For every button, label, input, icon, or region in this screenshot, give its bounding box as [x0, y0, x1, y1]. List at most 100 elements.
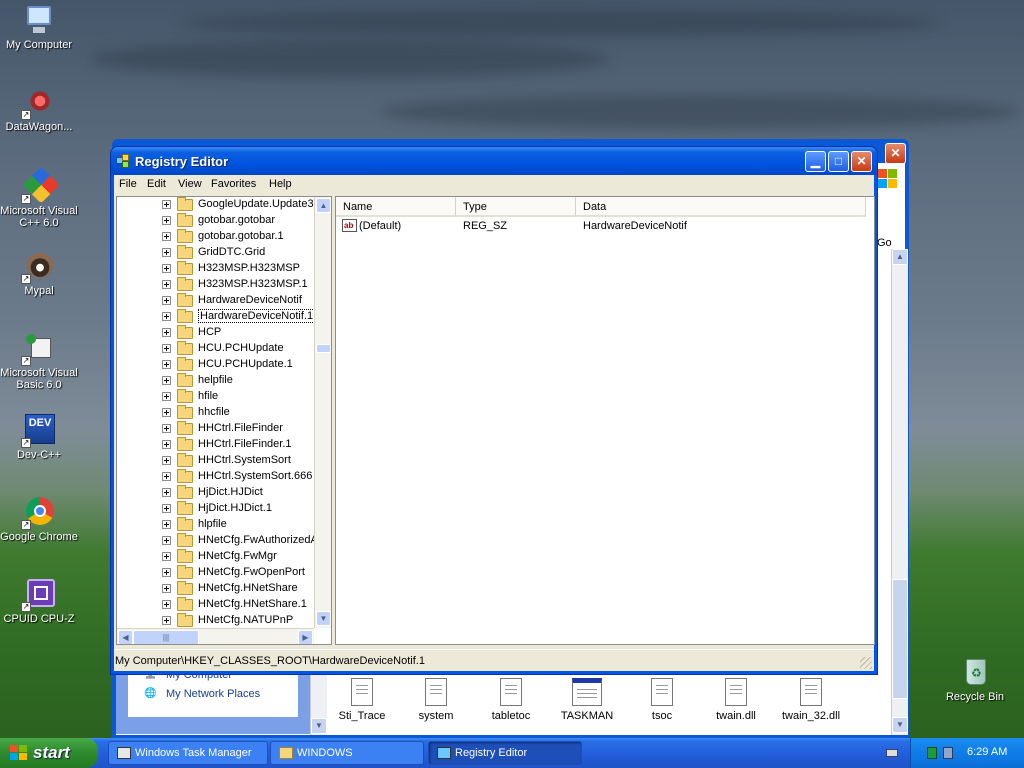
expand-icon[interactable] [162, 360, 171, 369]
tree-item[interactable]: HHCtrl.SystemSort.666 [117, 469, 314, 485]
tree-item[interactable]: HNetCfg.HNetShare.1 [117, 597, 314, 613]
desktop-icon-recycle-bin[interactable]: ♻ Recycle Bin [936, 656, 1014, 703]
expand-icon[interactable] [162, 248, 171, 257]
tray-app-icon[interactable] [927, 747, 937, 759]
tree-item[interactable]: HjDict.HJDict.1 [117, 501, 314, 517]
menu-help[interactable]: Help [269, 178, 292, 190]
file-item[interactable]: Sti_Trace [327, 678, 397, 722]
keyboard-icon[interactable] [886, 749, 898, 757]
desktop-icon-my-computer[interactable]: My Computer [0, 4, 78, 51]
tree-item[interactable]: H323MSP.H323MSP.1 [117, 277, 314, 293]
registry-key-tree[interactable]: GoogleUpdate.Update3W gotobar.gotobar goto… [116, 196, 332, 645]
tree-item[interactable]: HNetCfg.FwMgr [117, 549, 314, 565]
close-button[interactable]: ✕ [851, 151, 872, 172]
expand-icon[interactable] [162, 280, 171, 289]
tree-item[interactable]: HHCtrl.FileFinder.1 [117, 437, 314, 453]
desktop-icon-visual-basic[interactable]: ↗ Microsoft Visual Basic 6.0 [0, 332, 78, 391]
tree-item[interactable]: gotobar.gotobar.1 [117, 229, 314, 245]
column-header-data[interactable]: Data [576, 197, 866, 217]
tree-item[interactable]: HNetCfg.FwOpenPort [117, 565, 314, 581]
expand-icon[interactable] [162, 296, 171, 305]
tree-item[interactable]: HHCtrl.SystemSort [117, 453, 314, 469]
menu-favorites[interactable]: Favorites [211, 178, 256, 190]
tree-item[interactable]: helpfile [117, 373, 314, 389]
expand-icon[interactable] [162, 328, 171, 337]
expand-icon[interactable] [162, 552, 171, 561]
file-item[interactable]: TASKMAN [552, 678, 622, 722]
clock[interactable]: 6:29 AM [967, 746, 1007, 758]
expand-icon[interactable] [162, 504, 171, 513]
tree-item[interactable]: H323MSP.H323MSP [117, 261, 314, 277]
menu-file[interactable]: File [119, 178, 137, 190]
column-header-name[interactable]: Name [336, 197, 456, 217]
desktop-icon-mypal[interactable]: ↗ Mypal [0, 250, 78, 297]
maximize-button[interactable]: □ [828, 151, 849, 172]
tree-item[interactable]: HardwareDeviceNotif.1 [117, 309, 316, 325]
desktop-icon-datawagon[interactable]: ↗ DataWagon... [0, 86, 78, 133]
tree-item[interactable]: HCU.PCHUpdate [117, 341, 314, 357]
scroll-thumb[interactable]: ||| [133, 630, 199, 644]
expand-icon[interactable] [162, 600, 171, 609]
explorer-file-scrollbar[interactable]: ▲ ▼ [891, 249, 908, 735]
tree-item[interactable]: GoogleUpdate.Update3W [117, 197, 324, 213]
expand-icon[interactable] [162, 312, 171, 321]
desktop-icon-visual-cpp[interactable]: ↗ Microsoft Visual C++ 6.0 [0, 166, 78, 229]
expand-icon[interactable] [162, 424, 171, 433]
scroll-thumb[interactable] [892, 579, 908, 699]
tree-item[interactable]: HjDict.HJDict [117, 485, 314, 501]
taskbar-registry-editor[interactable]: Registry Editor [428, 741, 582, 765]
link-my-network-places[interactable]: My Network Places [166, 688, 260, 700]
tree-item[interactable]: gotobar.gotobar [117, 213, 314, 229]
tree-item[interactable]: GridDTC.Grid [117, 245, 314, 261]
scroll-down-button[interactable]: ▼ [311, 718, 327, 734]
desktop-icon-dev-cpp[interactable]: DEV ↗ Dev-C++ [0, 414, 78, 461]
scroll-left-button[interactable]: ◀ [118, 630, 133, 644]
expand-icon[interactable] [162, 616, 171, 625]
network-icon[interactable] [943, 747, 953, 759]
desktop-icon-cpuz[interactable]: ↗ CPUID CPU-Z [0, 578, 78, 625]
scroll-down-button[interactable]: ▼ [892, 717, 908, 733]
tree-item[interactable]: HNetCfg.HNetShare [117, 581, 314, 597]
tree-item[interactable]: HNetCfg.FwAuthorizedApplication [117, 533, 331, 549]
scroll-right-button[interactable]: ▶ [298, 630, 313, 644]
expand-icon[interactable] [162, 472, 171, 481]
scroll-down-button[interactable]: ▼ [316, 611, 331, 626]
desktop-icon-chrome[interactable]: ↗ Google Chrome [0, 496, 78, 543]
minimize-button[interactable]: ▁ [805, 151, 826, 172]
tree-item[interactable]: HCU.PCHUpdate.1 [117, 357, 314, 373]
expand-icon[interactable] [162, 520, 171, 529]
resize-grip[interactable] [860, 657, 872, 669]
tree-item[interactable]: hfile [117, 389, 314, 405]
tree-item[interactable]: HardwareDeviceNotif [117, 293, 314, 309]
file-item[interactable]: twain_32.dll [776, 678, 846, 722]
menu-edit[interactable]: Edit [147, 178, 166, 190]
scroll-thumb[interactable] [316, 344, 331, 353]
expand-icon[interactable] [162, 392, 171, 401]
go-label[interactable]: Go [877, 237, 892, 249]
expand-icon[interactable] [162, 376, 171, 385]
taskbar-task-manager[interactable]: Windows Task Manager [108, 741, 268, 765]
expand-icon[interactable] [162, 456, 171, 465]
expand-icon[interactable] [162, 232, 171, 241]
expand-icon[interactable] [162, 568, 171, 577]
expand-icon[interactable] [162, 216, 171, 225]
expand-icon[interactable] [162, 264, 171, 273]
start-button[interactable]: start [0, 738, 98, 768]
tree-item[interactable]: HHCtrl.FileFinder [117, 421, 314, 437]
close-button[interactable]: ✕ [885, 143, 906, 164]
title-bar[interactable]: Registry Editor ▁ □ ✕ [111, 147, 877, 175]
taskbar-windows-folder[interactable]: WINDOWS [270, 741, 424, 765]
registry-values-pane[interactable]: Name Type Data ab (Default) REG_SZ Hardw… [335, 196, 875, 645]
file-item[interactable]: tsoc [627, 678, 697, 722]
tree-horizontal-scrollbar[interactable]: ◀ ||| ▶ [117, 628, 314, 644]
registry-editor-window[interactable]: Registry Editor ▁ □ ✕ File Edit View Fav… [111, 147, 877, 674]
expand-icon[interactable] [162, 536, 171, 545]
expand-icon[interactable] [162, 584, 171, 593]
tree-vertical-scrollbar[interactable]: ▲ ▼ [314, 197, 331, 628]
scroll-up-button[interactable]: ▲ [316, 198, 331, 213]
tree-item[interactable]: HCP [117, 325, 314, 341]
tree-item[interactable]: hlpfile [117, 517, 314, 533]
expand-icon[interactable] [162, 408, 171, 417]
column-header-type[interactable]: Type [456, 197, 576, 217]
file-item[interactable]: tabletoc [476, 678, 546, 722]
